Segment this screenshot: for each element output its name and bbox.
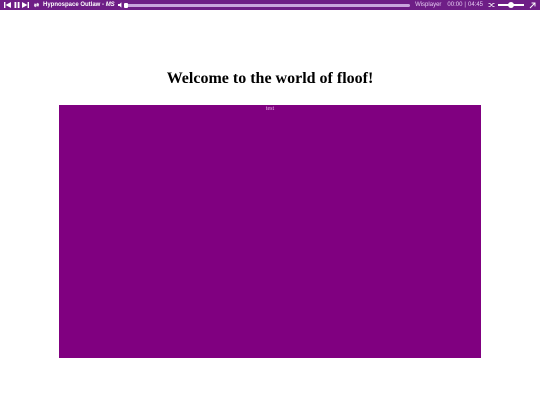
time-separator: |: [464, 2, 466, 8]
seek-handle[interactable]: [123, 2, 128, 8]
seek-bar[interactable]: [123, 0, 411, 10]
page-title: Welcome to the world of floof!: [166, 70, 374, 87]
volume-slider[interactable]: [498, 0, 524, 10]
track-title: Hypnospace Outlaw - MS: [43, 0, 115, 10]
time-current: 00:00: [447, 2, 463, 8]
player-name: Wisplayer: [415, 2, 442, 8]
skip-forward-icon[interactable]: [21, 0, 30, 10]
time-total: 04:45: [467, 2, 483, 8]
minimize-icon[interactable]: [528, 0, 537, 10]
panel-label: test: [265, 106, 275, 112]
repeat-icon[interactable]: [32, 0, 41, 10]
seek-track[interactable]: [123, 2, 411, 8]
volume-handle[interactable]: [508, 2, 514, 8]
track-name: Hypnospace Outlaw -: [43, 2, 106, 8]
track-artist: MS: [105, 2, 115, 8]
media-player-bar: Hypnospace Outlaw - MS Wisplayer 00:00 | 0…: [0, 0, 540, 10]
skip-back-icon[interactable]: [3, 0, 12, 10]
pause-icon[interactable]: [12, 0, 21, 10]
content-panel: test: [59, 105, 481, 358]
volume-track[interactable]: [498, 2, 524, 8]
time-readout: 00:00 | 04:45: [447, 0, 483, 10]
shuffle-icon[interactable]: [487, 0, 496, 10]
